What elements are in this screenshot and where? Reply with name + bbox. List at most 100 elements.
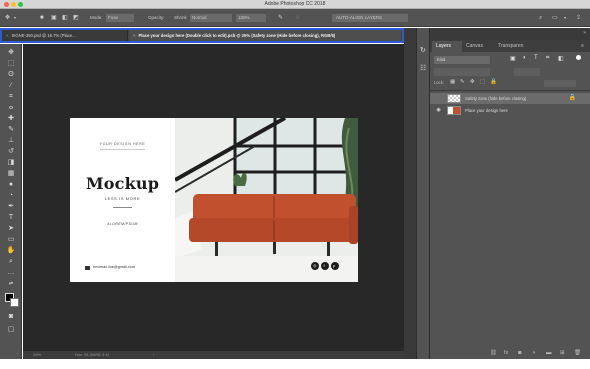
blur-tool-icon[interactable]: ● [0,180,22,190]
move-tool-icon[interactable]: ✥ [0,48,22,58]
move-tool-icon[interactable]: ✥ [5,14,10,22]
tab-layers[interactable]: Layers [432,41,462,52]
delete-layer-icon[interactable]: 🗑 [574,350,581,356]
new-group-icon[interactable]: ▬ [546,350,552,356]
tab-channels[interactable]: Canvas [462,41,494,52]
link-layers-icon[interactable]: ⛓ [490,350,497,356]
mode-value: Fuse [108,15,119,20]
brush-icon[interactable]: ✎ [278,14,283,22]
eyedropper-tool-icon[interactable]: ⴰ [0,103,22,113]
lasso-tool-icon[interactable]: ʘ [0,70,22,80]
eraser-tool-icon[interactable]: ◨ [0,158,22,168]
eye-icon[interactable]: ◉ [434,106,443,115]
panel-collapse-icon[interactable]: » [583,30,586,36]
divider [430,90,590,91]
path-selection-tool-icon[interactable]: ➤ [0,224,22,234]
zoom-level[interactable]: 25% [33,351,41,359]
fill-field[interactable] [544,80,576,87]
status-bar: 25% Doc: 51.3M/51.3 M › [23,351,404,359]
history-panel-icon[interactable]: ↻ [420,46,426,54]
gradient-tool-icon[interactable]: ▦ [0,169,22,179]
divider [113,207,132,208]
swap-colors-icon[interactable]: ⇄ [0,279,22,289]
layer-mask-icon[interactable]: ■ [40,14,44,22]
crop-tool-icon[interactable]: ⌗ [0,92,22,102]
document-tab-2[interactable]: × Place your design here (Double click to… [129,30,401,41]
copy-icon[interactable]: ◧ [62,14,68,22]
document-canvas[interactable]: YOUR DESIGN HERE Mockup LESS IS MORE #LO… [70,118,358,282]
filter-adjustment-icon[interactable]: ◑ [522,55,526,61]
zoom-tool-icon[interactable]: ⌕ [0,257,22,267]
quick-mask-icon[interactable]: ◙ [0,312,22,322]
search-icon[interactable]: ⌕ [539,14,542,22]
interior-photo: ◎ f p [175,118,358,282]
magic-wand-tool-icon[interactable]: ⁄ [0,81,22,91]
lock-label: Lock: [434,80,445,85]
lock-image-icon[interactable]: ✎ [460,79,465,85]
document-tabs: × SIGNE-350.psd @ 16.7% (Place... × Place … [0,28,404,43]
filter-smart-object-icon[interactable]: ◧ [558,55,564,62]
blend-mode-select[interactable] [434,68,490,76]
properties-panel-icon[interactable]: ☷ [420,64,426,72]
filter-pixel-icon[interactable]: ▣ [510,55,516,62]
shrink-label: Shrink [174,15,187,20]
visibility-toggle-icon[interactable]: ◉ [434,94,443,103]
options-bar: ✥ ▾ ■ ▣ ◧ ◩ Mode: Fuse Opacity: Shrink N… [0,9,590,27]
opacity-label: Opacity: [148,15,165,20]
panel-menu-icon[interactable]: ≡ [581,43,584,49]
opacity-field[interactable] [514,68,540,76]
workspace-icon[interactable]: ▭ [552,14,558,22]
lock-all-icon[interactable]: 🔒 [490,79,497,85]
mockup-email: envimax.live@gmail.com [93,265,136,269]
history-brush-tool-icon[interactable]: ↺ [0,147,22,157]
more-tools-icon[interactable]: … [0,268,22,278]
screen-mode-icon[interactable]: ▢ [0,325,22,335]
document-info: Doc: 51.3M/51.3 M [75,352,109,357]
brush-tool-icon[interactable]: ✎ [0,125,22,135]
filter-type-icon[interactable]: T [534,55,538,61]
hand-tool-icon[interactable]: ✋ [0,246,22,256]
healing-tool-icon[interactable]: ✚ [0,114,22,124]
smoothing-icon[interactable]: ◌ [296,14,300,22]
rectangle-tool-icon[interactable]: ▭ [0,235,22,245]
layer-row[interactable]: ◉ Place your design here [430,105,590,116]
share-icon[interactable]: ⇪ [576,14,581,22]
dodge-tool-icon[interactable]: ◔ [0,191,22,201]
bottom-margin [0,359,590,369]
mode-label: Mode: [90,15,103,20]
layer-filter-select[interactable]: Kind [434,56,490,64]
mockup-hashtag: #LOREMIPSUM [107,222,138,226]
layer-style-icon[interactable]: fx [504,350,508,356]
rotate-icon[interactable]: ◩ [73,14,79,22]
add-mask-icon[interactable]: ◙ [518,350,521,356]
tab-paths[interactable]: Transparen [494,41,538,52]
document-tab-label: Place your design here (Double click to … [138,33,336,38]
background-color-swatch[interactable] [10,298,19,307]
type-tool-icon[interactable]: T [0,213,22,223]
layer-row[interactable]: ◉ Safety zone (hide before closing) 🔒 [430,93,590,104]
layer-thumbnail [447,94,461,103]
mockup-subtitle: LESS IS MORE [104,196,141,201]
lock-position-icon[interactable]: ✥ [470,79,475,85]
close-tab-icon[interactable]: × [133,33,135,38]
sofa-photo-illustration [175,118,358,282]
filter-toggle[interactable] [576,55,581,60]
lock-pixels-icon[interactable]: ▦ [450,79,455,85]
filter-shape-icon[interactable]: ⌗ [546,55,549,62]
close-tab-icon[interactable]: × [6,33,8,38]
tool-preset-chevron-icon[interactable]: ▾ [14,14,16,22]
stamp-tool-icon[interactable]: ⊥ [0,136,22,146]
lock-artboard-icon[interactable]: ⬚ [480,79,485,85]
panel-dock: ↻ ☷ [416,28,430,359]
stack-icon[interactable]: ▣ [51,14,57,22]
pen-tool-icon[interactable]: ✒ [0,202,22,212]
workspace-chevron-icon[interactable]: ▾ [564,14,566,22]
lock-icon: 🔒 [568,95,576,101]
window-title: Adobe Photoshop CC 2018 [264,1,326,7]
status-arrow-icon[interactable]: › [153,351,154,359]
new-layer-icon[interactable]: ⊞ [560,350,565,356]
layer-thumbnail [447,106,461,115]
marquee-tool-icon[interactable]: ⬚ [0,59,22,69]
adjustment-layer-icon[interactable]: ◑ [532,350,535,356]
document-tab-1[interactable]: × SIGNE-350.psd @ 16.7% (Place... [2,30,128,41]
